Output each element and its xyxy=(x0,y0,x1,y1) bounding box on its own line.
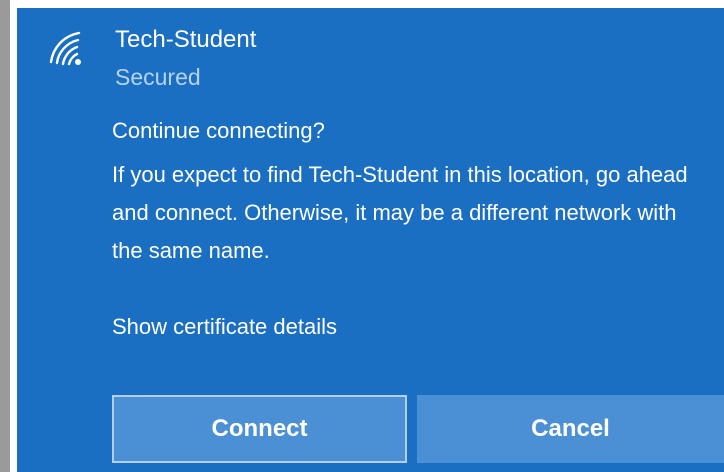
window-edge xyxy=(0,0,10,472)
connect-button[interactable]: Connect xyxy=(112,395,407,463)
prompt-title: Continue connecting? xyxy=(112,118,325,143)
show-certificate-link[interactable]: Show certificate details xyxy=(112,314,337,340)
cancel-button[interactable]: Cancel xyxy=(417,395,724,463)
network-name: Tech-Student xyxy=(115,26,257,53)
top-edge xyxy=(10,0,724,8)
wifi-network-panel: Tech-Student Secured Continue connecting… xyxy=(17,8,724,472)
wifi-secured-icon xyxy=(45,28,85,68)
network-status: Secured xyxy=(115,64,201,90)
prompt-message: If you expect to find Tech-Student in th… xyxy=(112,162,688,263)
